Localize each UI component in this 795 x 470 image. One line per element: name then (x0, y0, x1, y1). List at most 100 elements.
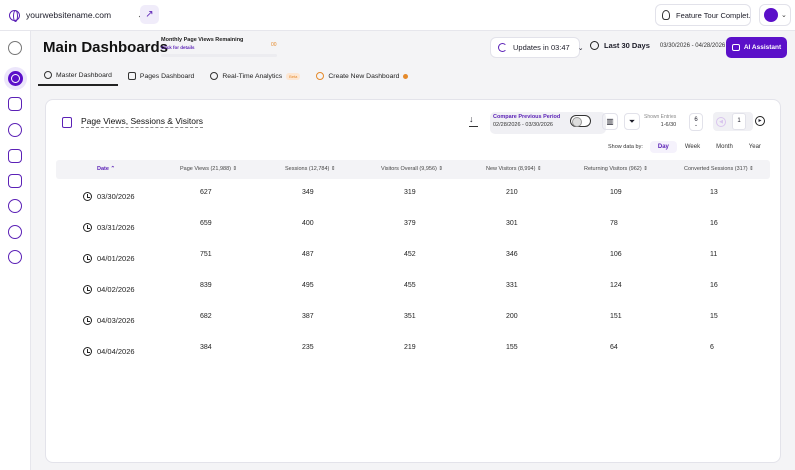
table-cell: 319 (404, 189, 416, 196)
table-cell: 455 (404, 282, 416, 289)
columns-icon: ▥ (606, 117, 614, 126)
tab-label: Pages Dashboard (139, 72, 195, 80)
table-cell: 200 (506, 313, 518, 320)
column-header-converted-sessions[interactable]: Converted Sessions (317) ⇕ (684, 166, 754, 172)
sidebar-item-analytics-icon[interactable] (8, 123, 22, 137)
tab-label: Create New Dashboard (328, 72, 400, 80)
table-row: 04/04/2026 384 235 219 155 64 6 (56, 344, 770, 375)
live-icon (210, 72, 219, 80)
date-range-picker[interactable]: Last 30 Days 03/30/2026 - 04/28/2026 ⌄ (590, 41, 735, 50)
date-text: 04/01/2026 (97, 254, 135, 263)
table-cell: 495 (302, 282, 314, 289)
show-by-label: Show data by: (608, 144, 643, 150)
tab-pages-dashboard[interactable]: Pages Dashboard (122, 66, 200, 86)
user-menu[interactable]: ⌄ (759, 4, 791, 26)
sidebar-item-inbox-icon[interactable] (8, 97, 22, 111)
table-row: 03/30/2026 627 349 319 210 109 13 (56, 189, 770, 220)
previous-page-button[interactable]: ◀ (716, 116, 726, 127)
date-cell: 03/31/2026 (83, 223, 135, 232)
table-cell: 235 (302, 344, 314, 351)
date-text: 03/31/2026 (97, 223, 135, 232)
period-day[interactable]: Day (649, 141, 677, 153)
sidebar-item-settings-icon[interactable] (8, 225, 22, 239)
compare-toggle[interactable] (570, 115, 591, 127)
chevron-down-icon: ⌄ (577, 44, 584, 52)
date-cell: 04/03/2026 (83, 316, 135, 325)
period-week[interactable]: Week (677, 141, 708, 153)
filter-button[interactable]: ⏷ (624, 113, 640, 130)
download-icon[interactable] (469, 114, 478, 127)
table-cell: 301 (506, 220, 518, 227)
sidebar-item-scan-icon[interactable] (8, 149, 22, 163)
current-page[interactable]: 1 (732, 113, 746, 130)
shown-entries: Shown Entries 1-6/30 (644, 114, 676, 128)
date-text: 04/02/2026 (97, 285, 135, 294)
clock-icon (83, 223, 92, 232)
page-views-quota[interactable]: Monthly Page Views Remaining Click for d… (161, 37, 277, 57)
gauge-icon (44, 71, 52, 79)
clock-icon (83, 254, 92, 263)
column-header-visitors-overall[interactable]: Visitors Overall (9,956) ⇕ (381, 166, 443, 172)
table-row: 04/01/2026 751 487 452 346 106 11 (56, 251, 770, 282)
table-cell: 11 (710, 251, 718, 258)
sidebar-collapse-icon[interactable] (8, 41, 22, 55)
open-website-button[interactable]: ↗ (140, 5, 159, 24)
clock-icon (83, 316, 92, 325)
feature-tour-button[interactable]: Feature Tour Complet... (655, 4, 751, 26)
sidebar-item-account-icon[interactable] (8, 250, 22, 264)
column-header-page-views[interactable]: Page Views (21,988) ⇕ (180, 166, 237, 172)
quota-details-link[interactable]: Click for details (161, 45, 277, 50)
tab-create-new-dashboard[interactable]: Create New Dashboard (310, 66, 414, 86)
table-cell: 384 (200, 344, 212, 351)
table-cell: 6 (710, 344, 714, 351)
date-cell: 04/04/2026 (83, 347, 135, 356)
column-header-date[interactable]: Date ⌃ (97, 166, 115, 172)
auto-update-dropdown[interactable]: Updates in 03:47 ⌄ (490, 37, 584, 58)
tab-master-dashboard[interactable]: Master Dashboard (38, 66, 118, 86)
page-title: Main Dashboards (43, 39, 169, 56)
table-cell: 659 (200, 220, 212, 227)
table-cell: 400 (302, 220, 314, 227)
ai-assistant-button[interactable]: AI Assistant (726, 37, 787, 58)
quota-progress-bar (161, 54, 277, 57)
range-dates: 03/30/2026 - 04/28/2026 (659, 42, 726, 49)
next-page-button[interactable]: ▸ (755, 116, 765, 126)
period-year[interactable]: Year (741, 141, 769, 153)
video-icon (127, 72, 136, 80)
clock-icon (83, 192, 92, 201)
page-views-card: Page Views, Sessions & Visitors Compare … (45, 99, 781, 463)
avatar (764, 8, 778, 22)
updates-countdown: Updates in 03:47 (513, 43, 570, 52)
ai-assistant-label: AI Assistant (743, 44, 782, 51)
widget-icon (62, 117, 72, 128)
sidebar-item-security-icon[interactable] (8, 199, 22, 213)
plus-icon (316, 72, 325, 80)
card-title[interactable]: Page Views, Sessions & Visitors (81, 116, 204, 128)
website-name: yourwebsitename.com (26, 10, 112, 20)
columns-button[interactable]: ▥ (602, 113, 618, 130)
table-row: 04/03/2026 682 387 351 200 151 15 (56, 313, 770, 344)
table-cell: 109 (610, 189, 622, 196)
website-selector[interactable]: yourwebsitename.com ⌄ (9, 5, 145, 25)
table-cell: 16 (710, 220, 718, 227)
tab-real-time-analytics[interactable]: Real-Time Analytics Beta (204, 66, 306, 86)
filter-icon: ⏷ (628, 116, 636, 126)
column-header-new-visitors[interactable]: New Visitors (8,994) ⇕ (486, 166, 542, 172)
feature-tour-label: Feature Tour Complet... (676, 10, 751, 20)
sidebar-item-reports-icon[interactable] (8, 174, 22, 188)
top-bar: yourwebsitename.com ⌄ ↗ Feature Tour Com… (0, 0, 795, 31)
table-cell: 13 (710, 189, 718, 196)
table-cell: 346 (506, 251, 518, 258)
sidebar-item-dashboards[interactable] (4, 67, 27, 90)
table-cell: 15 (710, 313, 718, 320)
show-data-by: Show data by: Day Week Month Year (608, 141, 769, 153)
period-month[interactable]: Month (708, 141, 741, 153)
date-cell: 03/30/2026 (83, 192, 135, 201)
table-cell: 379 (404, 220, 416, 227)
table-cell: 151 (610, 313, 622, 320)
page-size-select[interactable]: 6 ⌄ (689, 113, 703, 131)
lightbulb-icon (662, 10, 670, 20)
dashboard-icon (8, 71, 23, 86)
column-header-returning-visitors[interactable]: Returning Visitors (962) ⇕ (584, 166, 648, 172)
column-header-sessions[interactable]: Sessions (12,784) ⇕ (285, 166, 335, 172)
